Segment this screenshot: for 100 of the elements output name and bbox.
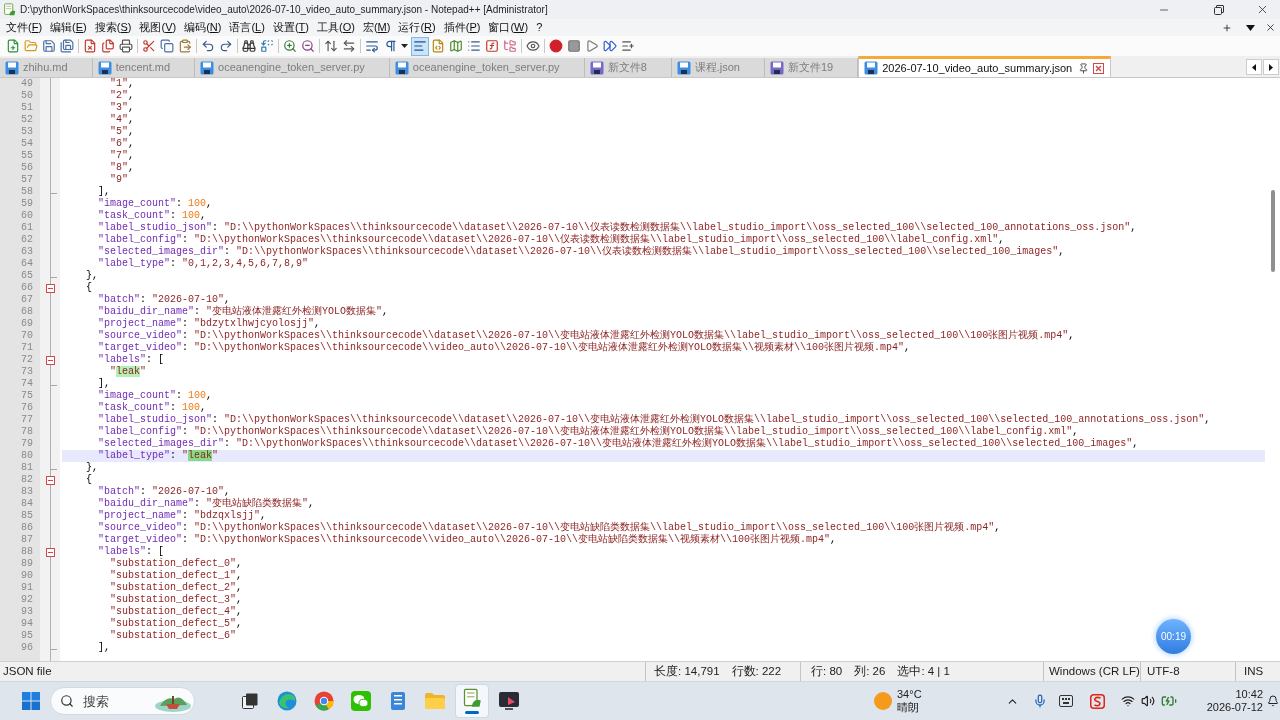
menu-item[interactable]: 编辑(E) (46, 19, 91, 36)
line-number: 73 (21, 366, 33, 378)
line-number: 69 (21, 318, 33, 330)
battery-icon (1160, 693, 1177, 709)
line-number: 95 (21, 630, 33, 642)
list-plus-icon (621, 39, 635, 53)
line-number: 94 (21, 618, 33, 630)
map-icon (449, 39, 463, 53)
cursor-column-text: 列: 26 (854, 663, 886, 679)
code-line: "substation_defect_0", (110, 558, 243, 570)
line-number: 49 (21, 78, 33, 90)
pin-icon[interactable] (1078, 62, 1090, 74)
swirl-circle-icon (277, 691, 297, 711)
line-number: 62 (21, 234, 33, 246)
undo-icon (201, 39, 215, 53)
code-line: "image_count": 100, (98, 198, 213, 210)
code-line: ], (98, 186, 110, 198)
code-line: "substation_defect_3", (110, 594, 243, 606)
tricolor-circle-icon (314, 691, 334, 711)
code-line: "labels": [ (98, 546, 165, 558)
code-line: "substation_defect_4", (110, 606, 243, 618)
play-icon (585, 39, 599, 53)
code-line: "batch": "2026-07-10", (98, 486, 231, 497)
code-line: "leak" (110, 366, 147, 378)
line-number: 52 (21, 114, 33, 126)
code-line: ], (98, 642, 110, 654)
line-number: 56 (21, 162, 33, 174)
folder-icon (24, 39, 38, 53)
folder-tree-icon (503, 39, 517, 53)
code-line: "image_count": 100, (98, 390, 213, 402)
code-line: "label_studio_json": "D:\\pythonWorkSpaces\\thinksourcecode\\dataset\\2026-07-10\\变电站液体泄露红外检测YOLO数据集\\label_studio_import\\oss_selected_100\\selected_100_annotations_oss.json", (98, 414, 1211, 426)
keyboard-icon (1058, 695, 1073, 707)
menu-item[interactable]: 宏(M) (358, 19, 395, 36)
line-number: 83 (21, 486, 33, 498)
menu-item[interactable]: 工具(O) (313, 19, 359, 36)
line-number: 84 (21, 498, 33, 510)
code-line: }, (86, 270, 98, 282)
code-line: }, (86, 462, 98, 474)
menu-item[interactable]: 语言(L) (225, 19, 269, 36)
file-code-icon (431, 39, 445, 53)
binoculars-icon (242, 39, 256, 53)
menu-item[interactable]: ? (532, 19, 547, 36)
close-icon[interactable] (1093, 62, 1105, 74)
clock-time: 10:42 (1235, 688, 1263, 701)
timer-badge: 00:19 (1156, 619, 1191, 654)
window-title: D:\pythonWorkSpaces\thinksourcecode\video_auto\2026-07-10_video_auto_summary.json - Notepad++ [Administrator] (20, 3, 548, 17)
line-number: 70 (21, 330, 33, 342)
caret-down-icon (401, 44, 408, 48)
horizontal-arrows-icon (342, 39, 356, 53)
code-line: "task_count": 100, (98, 210, 207, 222)
menu-item[interactable]: 运行(R) (394, 19, 440, 36)
line-count-text: 行数: 222 (731, 663, 782, 679)
code-line: "6", (110, 138, 135, 150)
menu-item[interactable]: 窗口(W) (484, 19, 533, 36)
line-number: 96 (21, 642, 33, 654)
encoding-text: UTF-8 (1147, 663, 1180, 679)
tab[interactable]: 2026-07-10_video_auto_summary.json (858, 56, 1112, 77)
menu-item[interactable]: 设置(T) (268, 19, 313, 36)
line-number: 82 (21, 474, 33, 486)
collapse-box-icon[interactable] (46, 475, 55, 485)
length-text: 长度: 14,791 (654, 663, 720, 679)
notepad-icon (3, 3, 16, 16)
taskbar-app-button[interactable] (455, 684, 489, 718)
cursor-line-text: 行: 80 (811, 663, 843, 679)
menu-item[interactable]: 编码(N) (180, 19, 226, 36)
scroll-tabs-left-button[interactable] (1246, 59, 1262, 75)
menu-item[interactable]: 搜索(S) (90, 19, 136, 36)
start-button[interactable] (19, 689, 43, 713)
four-squares-icon (22, 692, 40, 710)
line-number: 61 (21, 222, 33, 234)
clipboard-icon (178, 39, 192, 53)
line-number: 72 (21, 354, 33, 366)
collapse-box-icon[interactable] (46, 283, 55, 293)
code-line: "source_video": "D:\\pythonWorkSpaces\\thinksourcecode\\dataset\\2026-07-10\\变电站缺陷类数据集\\label_studio_import\\oss_selected_100\\100张图片视频.mp4", (98, 522, 1001, 534)
line-number: 79 (21, 438, 33, 450)
scroll-tabs-right-button[interactable] (1263, 59, 1279, 75)
function-icon (485, 39, 499, 53)
scissors-icon (142, 39, 156, 53)
line-number: 88 (21, 546, 33, 558)
line-number: 53 (21, 126, 33, 138)
copy-icon (160, 39, 174, 53)
scrollbar-thumb[interactable] (1270, 190, 1275, 272)
line-number: 59 (21, 198, 33, 210)
redo-icon (219, 39, 233, 53)
collapse-box-icon[interactable] (46, 547, 55, 557)
menu-item[interactable]: 视图(V) (135, 19, 181, 36)
zoom-in-icon (283, 39, 297, 53)
code-line: "task_count": 100, (98, 402, 207, 414)
line-number: 87 (21, 534, 33, 546)
line-number: 85 (21, 510, 33, 522)
line-number: 65 (21, 270, 33, 282)
list-icon (467, 39, 481, 53)
menu-item[interactable]: 文件(F) (2, 19, 47, 36)
menu-item[interactable]: 插件(P) (439, 19, 485, 36)
collapse-box-icon[interactable] (46, 355, 55, 365)
replace-icon (260, 39, 274, 53)
code-line: "substation_defect_1", (110, 570, 243, 582)
stop-icon (567, 39, 581, 53)
search-icon (60, 694, 74, 708)
clock-button[interactable]: 10:42 2026-07-12 (1206, 688, 1263, 714)
